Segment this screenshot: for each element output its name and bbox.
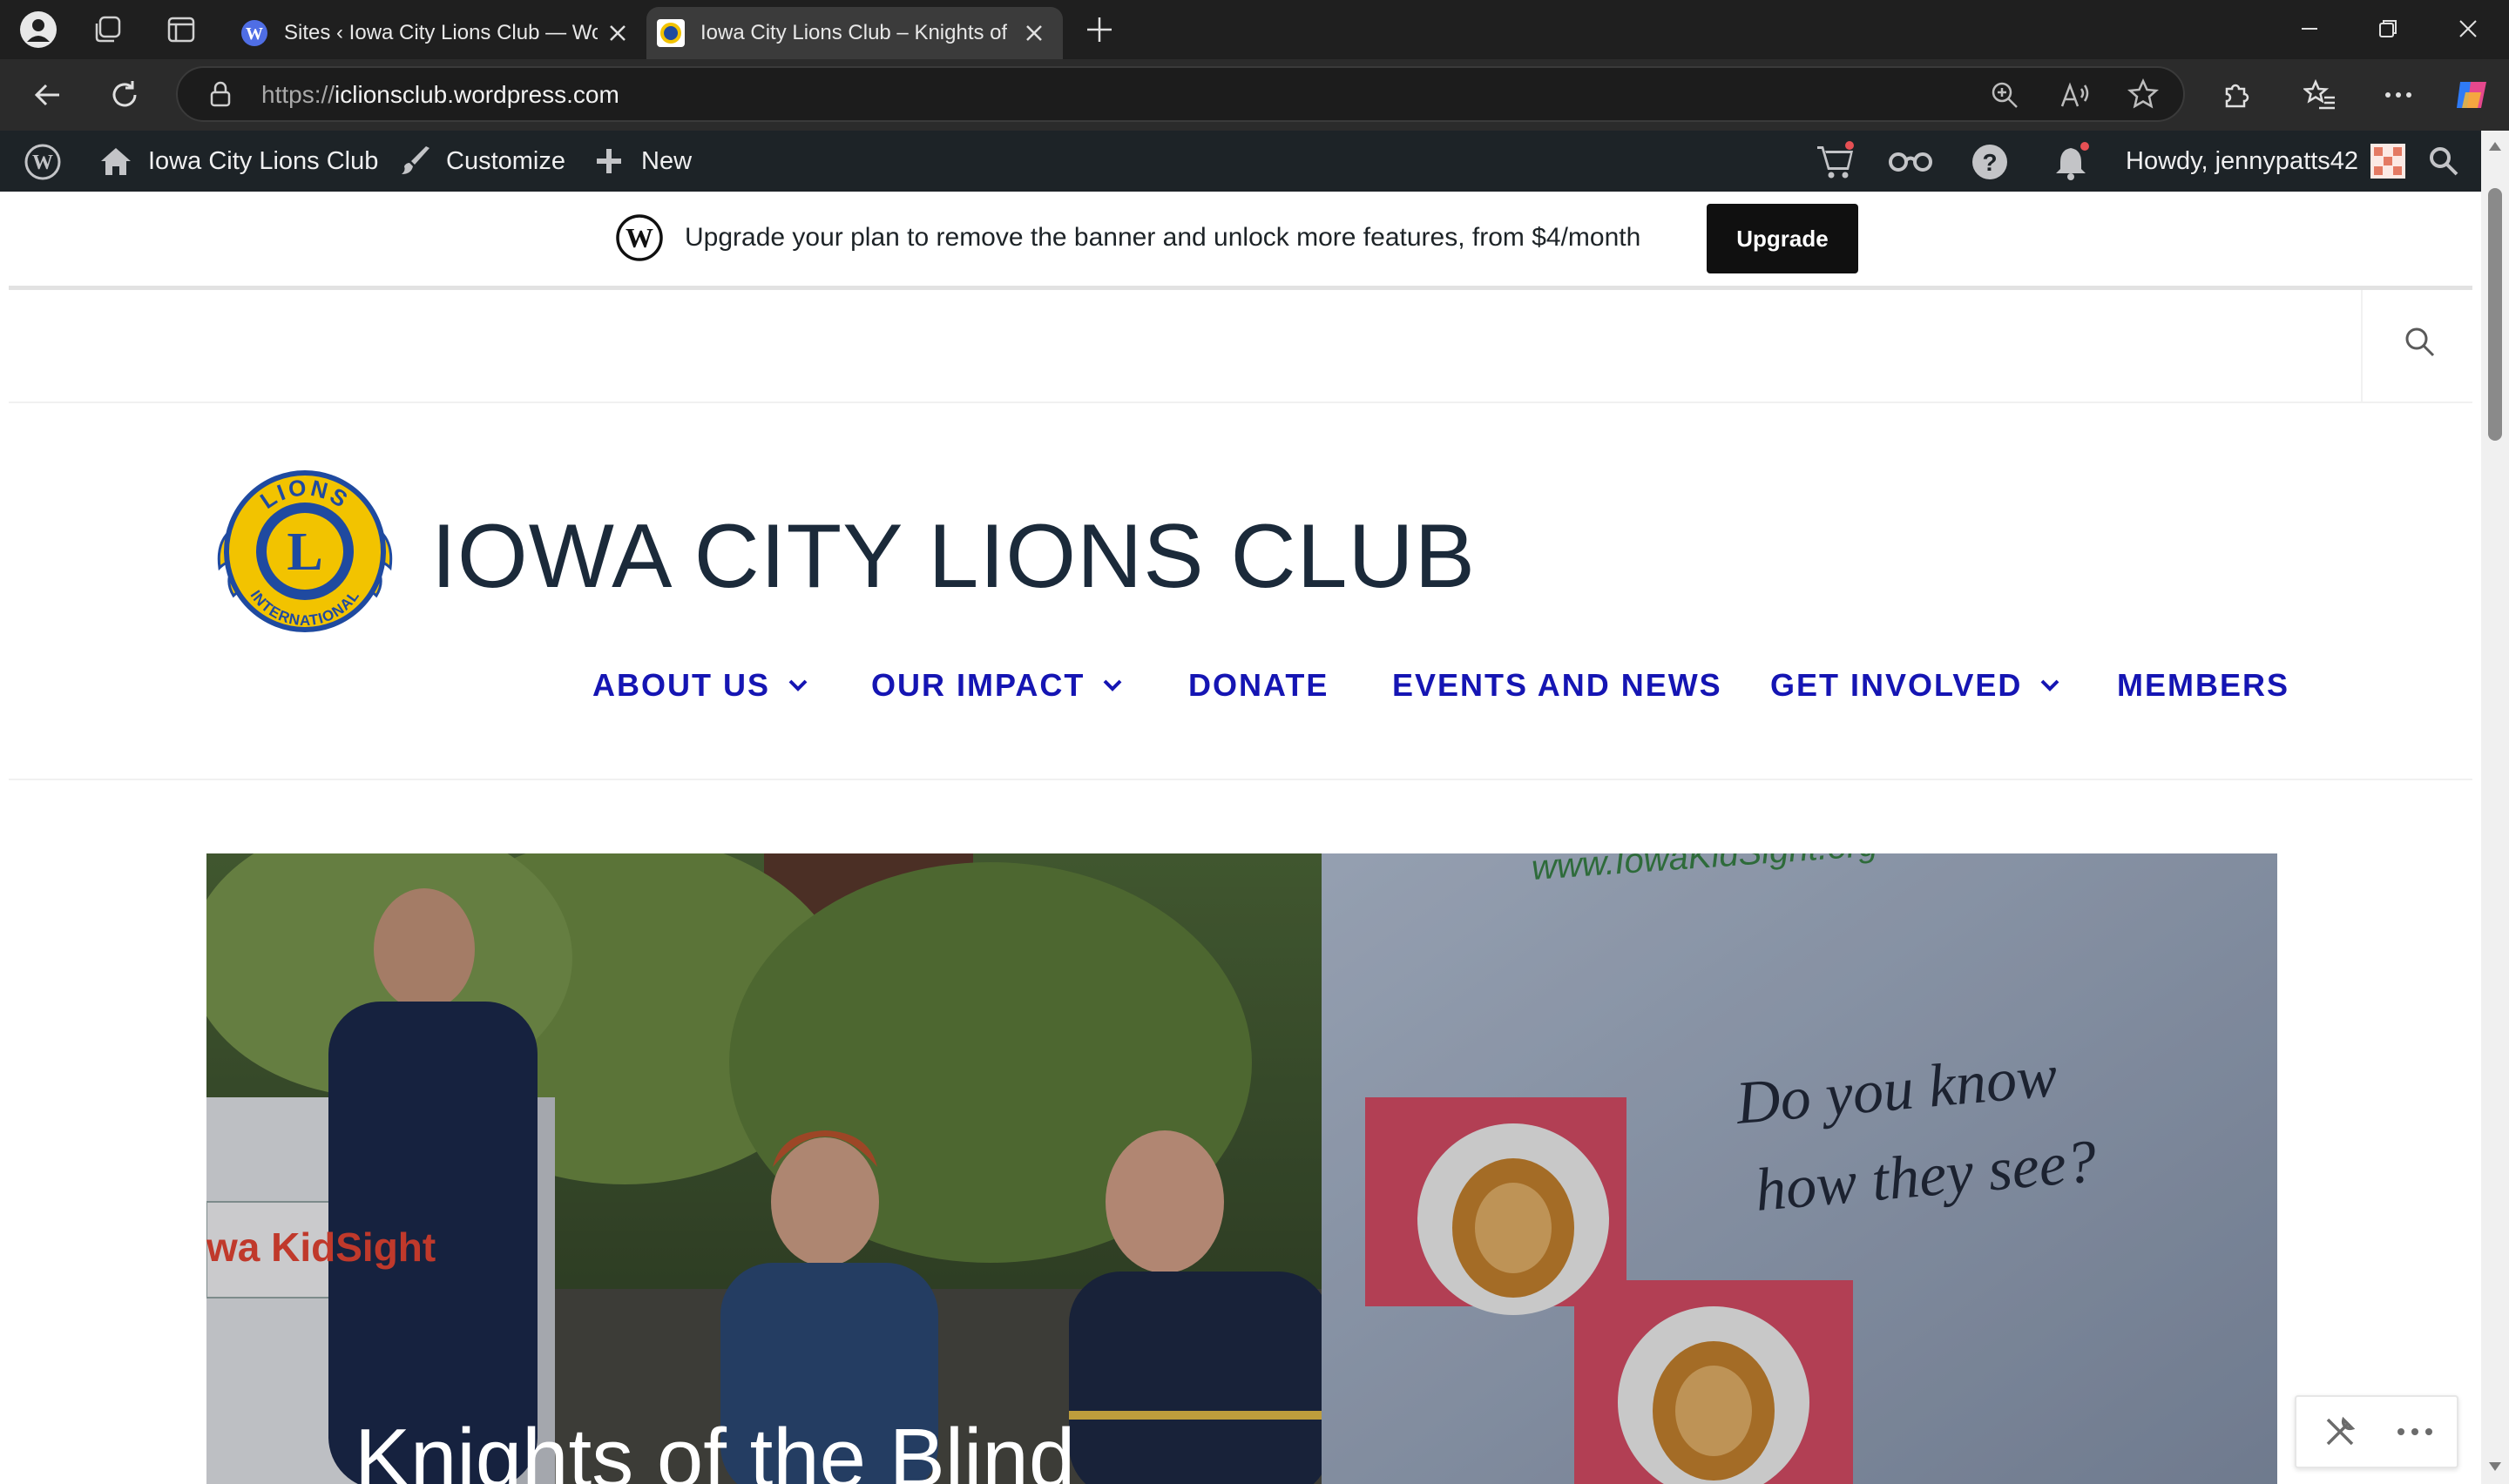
copilot-icon[interactable] (2452, 75, 2492, 115)
notifications-bell-icon[interactable] (2053, 141, 2093, 181)
reader-icon[interactable] (1887, 146, 1934, 176)
browser-toolbar: https://iclionsclub.wordpress.com (0, 59, 2509, 131)
hero-cover[interactable]: wa KidSight www.IowaKidSight.org Do you … (206, 853, 2277, 1484)
site-title[interactable]: IOWA CITY LIONS CLUB (431, 505, 1476, 609)
photo-sign-left: wa KidSight (206, 1224, 436, 1270)
back-icon[interactable] (31, 78, 64, 111)
hero-photo: wa KidSight www.IowaKidSight.org Do you … (206, 853, 2277, 1484)
svg-text:?: ? (1982, 149, 1997, 176)
svg-text:W: W (626, 222, 653, 253)
logo-letter: L (287, 523, 322, 582)
page-viewport: W Upgrade your plan to remove the banner… (0, 192, 2481, 1484)
admin-site-name-label: Iowa City Lions Club (148, 146, 379, 175)
nav-label: EVENTS AND NEWS (1392, 667, 1722, 703)
nav-events-and-news[interactable]: EVENTS AND NEWS (1392, 667, 1722, 704)
tab-lions-club[interactable]: Iowa City Lions Club – Knights of (646, 7, 1063, 59)
admin-new-label: New (641, 146, 693, 175)
avatar (2370, 144, 2406, 179)
extensions-icon[interactable] (2220, 78, 2253, 111)
lock-icon[interactable] (207, 80, 233, 108)
nav-label: OUR IMPACT (871, 667, 1085, 703)
nav-label: GET INVOLVED (1770, 667, 2023, 703)
howdy-label: Howdy, jennypatts42 (2126, 146, 2359, 175)
admin-customize[interactable]: Customize (399, 131, 565, 192)
floating-tools-widget (2295, 1395, 2458, 1468)
tab-actions-icon[interactable] (166, 14, 197, 45)
upgrade-banner: W Upgrade your plan to remove the banner… (9, 192, 2472, 290)
scroll-thumb[interactable] (2488, 188, 2502, 441)
minimize-icon[interactable] (2296, 16, 2323, 42)
upgrade-button[interactable]: Upgrade (1707, 204, 1858, 273)
new-tab-icon[interactable] (1084, 14, 1115, 45)
tab-sites[interactable]: W Sites ‹ Iowa City Lions Club — Wo (230, 7, 643, 59)
lions-favicon-icon (657, 19, 685, 47)
cart-icon[interactable] (1816, 141, 1856, 181)
close-tab-icon[interactable] (1025, 24, 1044, 43)
site-search-icon[interactable] (2403, 325, 2438, 360)
url-text: https://iclionsclub.wordpress.com (261, 81, 619, 108)
wordpress-logo-icon[interactable]: W (24, 144, 61, 180)
nav-label: DONATE (1188, 667, 1329, 703)
zoom-icon[interactable] (1990, 80, 2019, 110)
divider (2361, 290, 2363, 401)
workspaces-icon[interactable] (92, 14, 124, 45)
nav-label: MEMBERS (2117, 667, 2290, 703)
chevron-down-icon (2039, 678, 2060, 692)
tools-icon[interactable] (2321, 1413, 2359, 1451)
admin-search-icon[interactable] (2427, 145, 2460, 178)
refresh-icon[interactable] (108, 78, 141, 111)
paintbrush-icon (399, 145, 432, 177)
help-icon[interactable]: ? (1971, 143, 2009, 181)
page-scrollbar[interactable] (2481, 131, 2509, 1484)
close-tab-icon[interactable] (608, 24, 627, 43)
admin-new[interactable]: New (594, 131, 692, 192)
nav-our-impact[interactable]: OUR IMPACT (871, 667, 1123, 704)
home-icon (99, 145, 132, 177)
svg-text:W: W (246, 24, 263, 44)
chevron-down-icon (788, 678, 808, 692)
more-options-icon[interactable] (2394, 1413, 2436, 1451)
read-aloud-icon[interactable] (2059, 80, 2091, 110)
nav-label: ABOUT US (592, 667, 770, 703)
browser-tab-bar: W Sites ‹ Iowa City Lions Club — Wo Iowa… (0, 0, 2509, 59)
more-menu-icon[interactable] (2382, 78, 2415, 111)
nav-get-involved[interactable]: GET INVOLVED (1770, 667, 2060, 704)
nav-members[interactable]: MEMBERS (2117, 667, 2289, 704)
divider (9, 779, 2472, 780)
address-bar[interactable]: https://iclionsclub.wordpress.com (176, 66, 2185, 122)
hero-title[interactable]: Knights of the Blind (355, 1411, 1075, 1484)
admin-account[interactable]: Howdy, jennypatts42 (2126, 131, 2406, 192)
wordpress-icon: W (240, 19, 268, 47)
tab-title: Sites ‹ Iowa City Lions Club — Wo (284, 21, 598, 44)
restore-icon[interactable] (2375, 16, 2401, 42)
favorite-star-icon[interactable] (2127, 78, 2159, 110)
close-window-icon[interactable] (2455, 16, 2481, 42)
profile-icon[interactable] (19, 10, 57, 49)
header-top-strip (9, 290, 2472, 403)
favorites-icon[interactable] (2303, 78, 2337, 111)
plus-icon (594, 146, 624, 176)
svg-text:W: W (32, 152, 53, 174)
nav-donate[interactable]: DONATE (1188, 667, 1329, 704)
lions-logo[interactable]: L LIONS INTERNATIONAL (214, 465, 396, 637)
nav-about-us[interactable]: ABOUT US (592, 667, 808, 704)
chevron-down-icon (1102, 678, 1123, 692)
upgrade-banner-text: Upgrade your plan to remove the banner a… (685, 223, 1641, 252)
scroll-up-icon[interactable] (2488, 141, 2502, 152)
tab-title: Iowa City Lions Club – Knights of (700, 21, 1007, 44)
wordpress-banner-icon: W (616, 214, 663, 261)
scroll-down-icon[interactable] (2488, 1461, 2502, 1472)
admin-site-name[interactable]: Iowa City Lions Club (99, 131, 378, 192)
wp-admin-bar: W Iowa City Lions Club Customize New ? H… (0, 131, 2509, 192)
admin-customize-label: Customize (446, 146, 565, 175)
